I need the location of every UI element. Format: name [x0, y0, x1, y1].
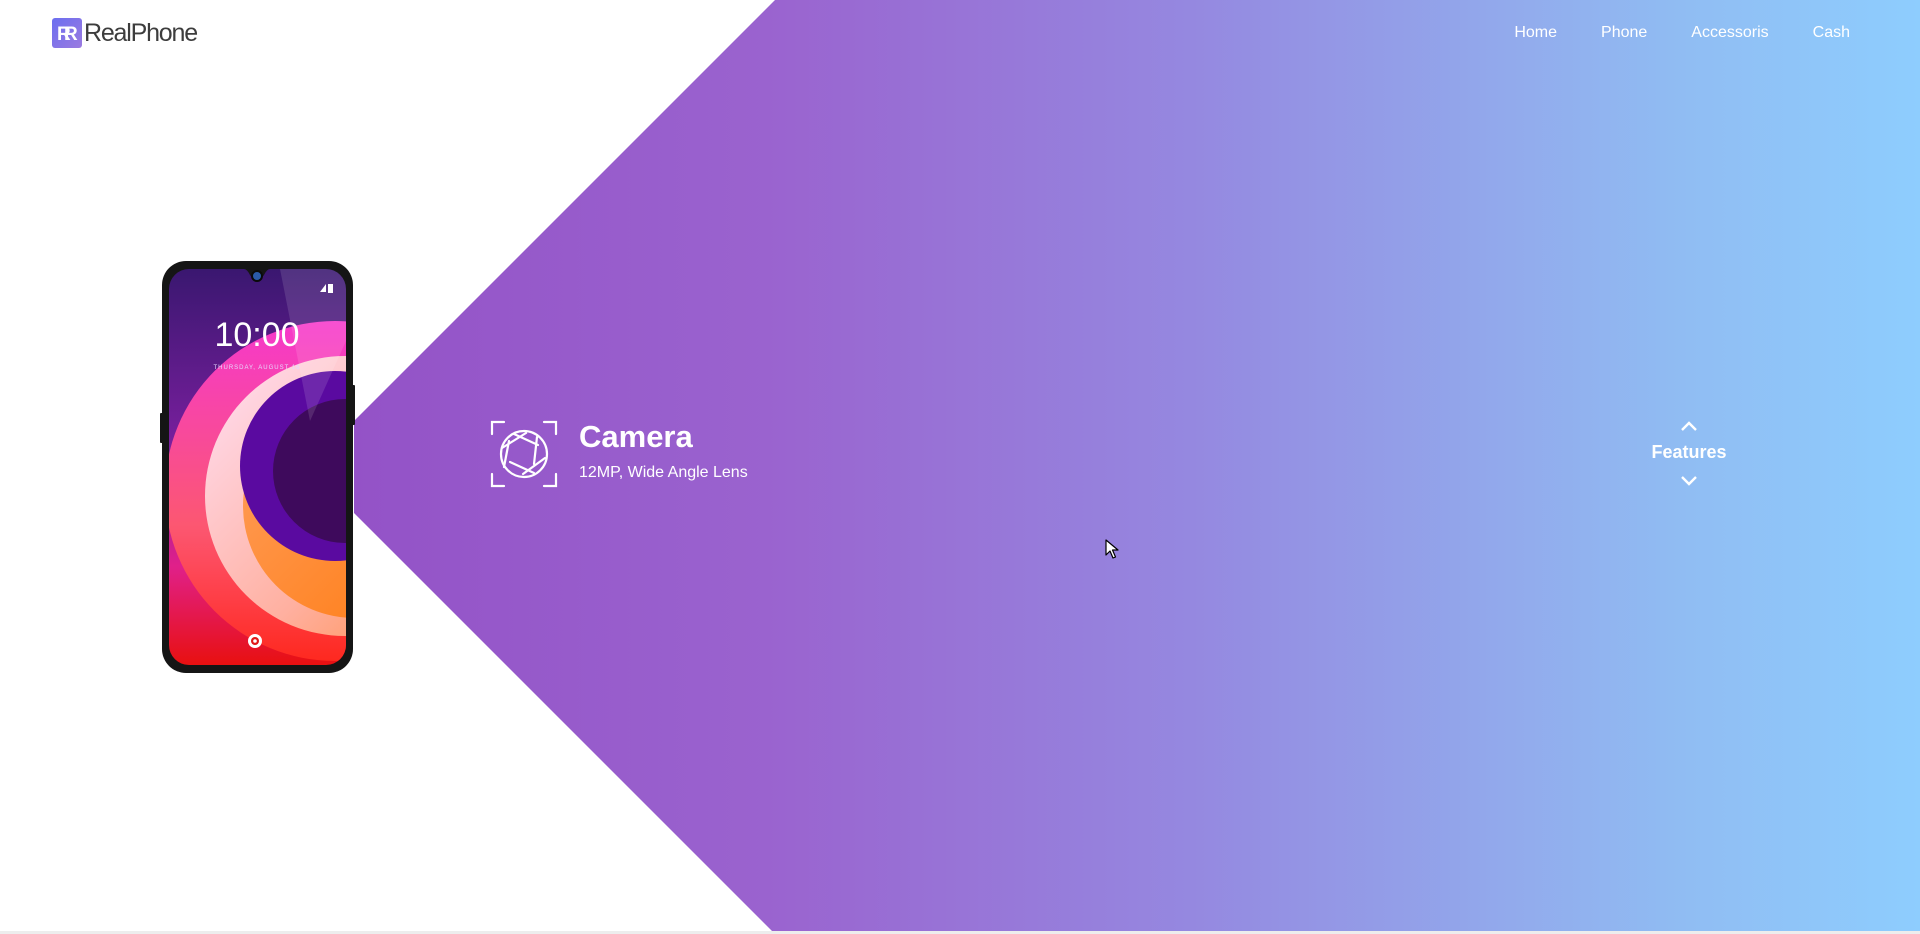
logo-mark-icon: R R: [52, 18, 82, 48]
nav-home[interactable]: Home: [1514, 24, 1557, 42]
phone-image: 10:00 THURSDAY, AUGUST 16: [160, 261, 355, 673]
nav-phone[interactable]: Phone: [1601, 24, 1647, 42]
chevron-up-icon[interactable]: [1680, 420, 1698, 432]
brand-name: RealPhone: [84, 18, 198, 47]
phone-time: 10:00: [214, 316, 299, 354]
brand-logo[interactable]: R R RealPhone: [52, 18, 198, 48]
features-label: Features: [1651, 442, 1727, 462]
svg-text:R: R: [64, 24, 78, 44]
phone-date: THURSDAY, AUGUST 16: [213, 365, 300, 371]
feature-block: Camera 12MP, Wide Angle Lens: [490, 420, 748, 488]
nav-cash[interactable]: Cash: [1813, 24, 1850, 42]
chevron-down-icon[interactable]: [1680, 475, 1698, 487]
main-nav: Home Phone Accessoris Cash: [1470, 24, 1850, 42]
camera-aperture-icon: [490, 420, 558, 488]
mouse-pointer-icon: [1105, 539, 1119, 559]
feature-title: Camera: [579, 419, 693, 454]
features-navigator: Features: [1620, 420, 1758, 487]
nav-accessoris[interactable]: Accessoris: [1691, 24, 1768, 42]
feature-subtitle: 12MP, Wide Angle Lens: [579, 464, 748, 481]
